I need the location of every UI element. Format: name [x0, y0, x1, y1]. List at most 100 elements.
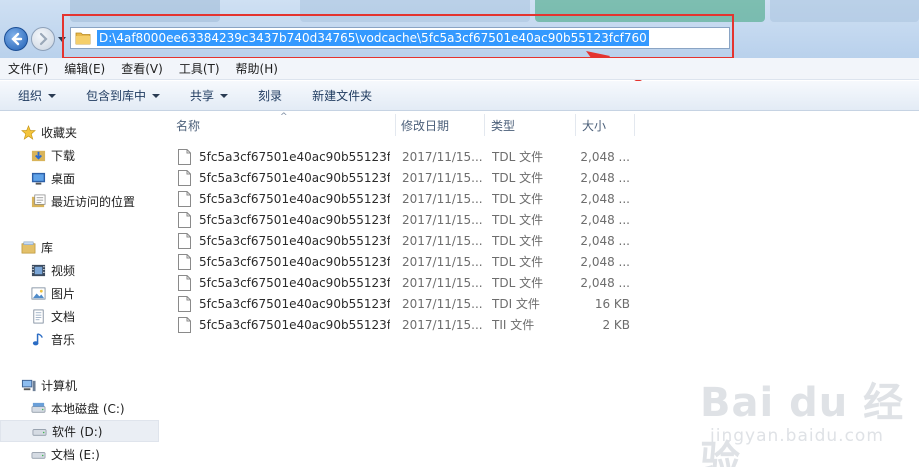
column-header-size[interactable]: 大小 [582, 112, 632, 138]
file-row[interactable]: 5fc5a3cf67501e40ac90b55123f... 2017/11/15… [160, 251, 919, 272]
column-size-label: 大小 [582, 118, 607, 133]
file-name: 5fc5a3cf67501e40ac90b55123f... [199, 191, 390, 206]
burn-label: 刻录 [258, 89, 283, 103]
file-size: 2 KB [602, 317, 630, 332]
nav-favorites[interactable]: 收藏夹 [0, 121, 159, 143]
file-name-cell[interactable]: 5fc5a3cf67501e40ac90b55123f... [178, 272, 390, 293]
forward-button[interactable] [31, 27, 55, 51]
file-name-cell[interactable]: 5fc5a3cf67501e40ac90b55123f... [178, 293, 390, 314]
nav-desktop[interactable]: 桌面 [0, 167, 159, 189]
nav-drive-d-label: 软件 (D:) [52, 424, 103, 439]
file-name-cell[interactable]: 5fc5a3cf67501e40ac90b55123f... [178, 314, 390, 335]
column-divider[interactable] [634, 114, 635, 136]
column-type-label: 类型 [491, 118, 516, 133]
menu-edit[interactable]: 编辑(E) [64, 60, 105, 77]
drive-icon [30, 446, 46, 462]
folder-icon [75, 32, 91, 45]
file-type: TDI 文件 [492, 297, 540, 311]
file-date: 2017/11/15... [402, 170, 483, 185]
file-list: ^ 名称 修改日期 类型 大小 5fc5a3cf67501e40ac90b551… [160, 112, 919, 467]
title-bar: D:\4af8000ee63384239c3437b740d34765\vodc… [0, 0, 919, 58]
file-row[interactable]: 5fc5a3cf67501e40ac90b55123f... 2017/11/15… [160, 146, 919, 167]
column-divider[interactable] [395, 114, 396, 136]
file-type: TDL 文件 [492, 255, 544, 269]
file-size: 2,048 ... [580, 254, 630, 269]
nav-documents-label: 文档 [51, 309, 76, 324]
file-name: 5fc5a3cf67501e40ac90b55123f... [199, 254, 390, 269]
file-date: 2017/11/15... [402, 296, 483, 311]
menu-file[interactable]: 文件(F) [8, 60, 48, 77]
nav-documents[interactable]: 文档 [0, 305, 159, 327]
picture-icon [30, 285, 46, 301]
file-name: 5fc5a3cf67501e40ac90b55123f... [199, 317, 390, 332]
file-type: TDL 文件 [492, 276, 544, 290]
nav-downloads[interactable]: 下载 [0, 144, 159, 166]
file-icon [178, 274, 191, 291]
menu-tools[interactable]: 工具(T) [179, 60, 220, 77]
file-name: 5fc5a3cf67501e40ac90b55123f... [199, 170, 390, 185]
nav-pictures-label: 图片 [51, 286, 76, 301]
file-name: 5fc5a3cf67501e40ac90b55123f... [199, 149, 390, 164]
file-name-cell[interactable]: 5fc5a3cf67501e40ac90b55123f... [178, 251, 390, 272]
file-size: 2,048 ... [580, 212, 630, 227]
file-row[interactable]: 5fc5a3cf67501e40ac90b55123f... 2017/11/15… [160, 230, 919, 251]
command-bar: 组织 包含到库中 共享 刻录 新建文件夹 [0, 81, 919, 111]
background-window [300, 0, 530, 22]
column-divider[interactable] [575, 114, 576, 136]
file-name: 5fc5a3cf67501e40ac90b55123f... [199, 233, 390, 248]
nav-libraries[interactable]: 库 [0, 236, 159, 258]
file-row[interactable]: 5fc5a3cf67501e40ac90b55123f... 2017/11/15… [160, 314, 919, 335]
nav-computer[interactable]: 计算机 [0, 374, 159, 396]
new-folder-button[interactable]: 新建文件夹 [304, 87, 380, 104]
arrow-left-icon [11, 32, 23, 46]
nav-drive-c[interactable]: 本地磁盘 (C:) [0, 397, 159, 419]
file-name-cell[interactable]: 5fc5a3cf67501e40ac90b55123f... [178, 146, 390, 167]
file-row[interactable]: 5fc5a3cf67501e40ac90b55123f... 2017/11/15… [160, 272, 919, 293]
nav-music[interactable]: 音乐 [0, 328, 159, 350]
file-name-cell[interactable]: 5fc5a3cf67501e40ac90b55123f... [178, 230, 390, 251]
file-icon [178, 253, 191, 270]
file-name-cell[interactable]: 5fc5a3cf67501e40ac90b55123f... [178, 167, 390, 188]
organize-button[interactable]: 组织 [10, 87, 64, 104]
file-row[interactable]: 5fc5a3cf67501e40ac90b55123f... 2017/11/15… [160, 209, 919, 230]
file-name: 5fc5a3cf67501e40ac90b55123f... [199, 275, 390, 290]
file-row[interactable]: 5fc5a3cf67501e40ac90b55123f... 2017/11/15… [160, 167, 919, 188]
background-window [770, 0, 919, 22]
column-divider[interactable] [484, 114, 485, 136]
nav-drive-d[interactable]: 软件 (D:) [0, 420, 159, 442]
background-window [535, 0, 765, 22]
recent-pages-dropdown[interactable] [58, 35, 66, 43]
menu-help[interactable]: 帮助(H) [236, 60, 278, 77]
file-name: 5fc5a3cf67501e40ac90b55123f... [199, 296, 390, 311]
nav-favorites-label: 收藏夹 [41, 125, 78, 140]
file-date: 2017/11/15... [402, 254, 483, 269]
back-button[interactable] [4, 27, 28, 51]
nav-pictures[interactable]: 图片 [0, 282, 159, 304]
include-library-label: 包含到库中 [86, 89, 147, 103]
address-path[interactable]: D:\4af8000ee63384239c3437b740d34765\vodc… [97, 30, 649, 46]
column-header-modified[interactable]: 修改日期 [401, 112, 481, 138]
share-button[interactable]: 共享 [182, 87, 236, 104]
nav-videos[interactable]: 视频 [0, 259, 159, 281]
burn-button[interactable]: 刻录 [250, 87, 290, 104]
nav-recent[interactable]: 最近访问的位置 [0, 190, 159, 212]
column-modified-label: 修改日期 [401, 118, 450, 133]
column-header-name[interactable]: 名称 [176, 112, 396, 138]
background-window [70, 0, 220, 22]
file-name-cell[interactable]: 5fc5a3cf67501e40ac90b55123f... [178, 209, 390, 230]
menu-bar: 文件(F) 编辑(E) 查看(V) 工具(T) 帮助(H) [0, 58, 919, 80]
file-row[interactable]: 5fc5a3cf67501e40ac90b55123f... 2017/11/15… [160, 188, 919, 209]
file-icon [178, 190, 191, 207]
column-header-type[interactable]: 类型 [491, 112, 571, 138]
nav-drive-e[interactable]: 文档 (E:) [0, 443, 159, 465]
file-name-cell[interactable]: 5fc5a3cf67501e40ac90b55123f... [178, 188, 390, 209]
nav-drive-c-label: 本地磁盘 (C:) [51, 401, 125, 416]
column-name-label: 名称 [176, 118, 201, 133]
include-in-library-button[interactable]: 包含到库中 [78, 87, 168, 104]
file-icon [178, 295, 191, 312]
file-type: TDL 文件 [492, 171, 544, 185]
file-row[interactable]: 5fc5a3cf67501e40ac90b55123f... 2017/11/15… [160, 293, 919, 314]
address-bar[interactable]: D:\4af8000ee63384239c3437b740d34765\vodc… [70, 27, 730, 49]
share-label: 共享 [190, 89, 215, 103]
menu-view[interactable]: 查看(V) [121, 60, 163, 77]
